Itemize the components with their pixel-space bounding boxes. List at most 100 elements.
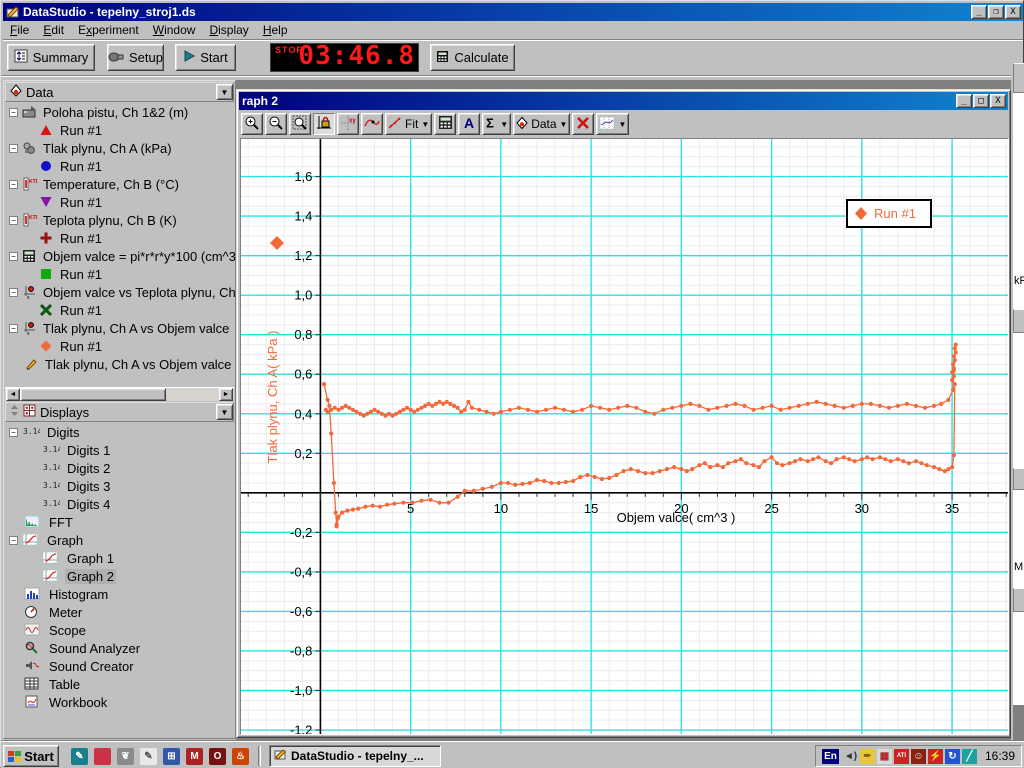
data-item[interactable]: −Poloha pistu, Ch 1&2 (m) xyxy=(4,103,235,121)
settings-button[interactable]: ▼ xyxy=(596,113,629,135)
scroll-thumb[interactable] xyxy=(20,388,166,401)
brush-icon[interactable]: ✒ xyxy=(860,749,875,764)
fit-menu-button[interactable]: Fit▼ xyxy=(385,113,432,135)
display-item-digits-1[interactable]: 3.14Digits 1 xyxy=(4,441,235,459)
displays-dropdown-button[interactable]: ▼ xyxy=(216,404,233,420)
zoom-in-button[interactable] xyxy=(241,113,263,135)
minimize-button[interactable]: _ xyxy=(971,5,987,19)
expand-box[interactable]: − xyxy=(9,288,18,297)
dropdown-arrow-icon[interactable]: ▼ xyxy=(560,120,568,129)
expand-box[interactable]: − xyxy=(9,180,18,189)
setup-button[interactable]: Setup xyxy=(107,44,164,71)
data-item[interactable]: −xObjem valce vs Teplota plynu, Ch xyxy=(4,283,235,301)
sync-icon[interactable]: ↻ xyxy=(945,749,960,764)
restore-button[interactable]: ❐ xyxy=(988,5,1004,19)
scroll-left-arrow[interactable]: ◄ xyxy=(6,388,20,401)
scale-to-fit-button[interactable] xyxy=(313,113,335,135)
display-item-graph[interactable]: −Graph xyxy=(4,531,235,549)
smart-tool-button[interactable] xyxy=(361,113,383,135)
run-item[interactable]: Run #1 xyxy=(4,193,235,211)
dropdown-arrow-icon[interactable]: ▼ xyxy=(618,120,626,129)
flame-icon[interactable]: ♨ xyxy=(232,748,249,765)
data-item[interactable]: −Objem valce = pi*r*r*y*100 (cm^3 xyxy=(4,247,235,265)
task-button-datastudio[interactable]: DataStudio - tepelny_... xyxy=(269,745,441,767)
xy-tool-button[interactable]: xy xyxy=(337,113,359,135)
expand-box[interactable]: − xyxy=(9,252,18,261)
window-titlebar[interactable]: DataStudio - tepelny_stroj1.ds _ ❐ X xyxy=(3,3,1023,21)
zoom-out-button[interactable] xyxy=(265,113,287,135)
display-item-graph-1[interactable]: Graph 1 xyxy=(4,549,235,567)
volume-icon[interactable]: ◄) xyxy=(843,749,858,764)
wordpad-icon[interactable]: ✎ xyxy=(140,748,157,765)
display-item-sound-creator[interactable]: Sound Creator xyxy=(4,657,235,675)
text-button[interactable]: A xyxy=(458,113,480,135)
data-horizontal-scrollbar[interactable]: ◄ ► xyxy=(5,387,234,401)
display-item-digits-4[interactable]: 3.14Digits 4 xyxy=(4,495,235,513)
display-item-workbook[interactable]: Workbook xyxy=(4,693,235,711)
display-item-sound-analyzer[interactable]: Sound Analyzer xyxy=(4,639,235,657)
dropdown-arrow-icon[interactable]: ▼ xyxy=(500,120,508,129)
data-item[interactable]: −xTlak plynu, Ch A vs Objem valce xyxy=(4,319,235,337)
display-item-digits[interactable]: −3.14Digits xyxy=(4,423,235,441)
devil-icon[interactable]: ☺ xyxy=(911,749,926,764)
calculate-button[interactable]: Calculate xyxy=(430,44,515,71)
mozilla-icon[interactable]: M xyxy=(186,748,203,765)
dropdown-arrow-icon[interactable]: ▼ xyxy=(421,120,429,129)
run-item[interactable]: Run #1 xyxy=(4,121,235,139)
menu-window[interactable]: Window xyxy=(146,21,203,39)
delete-button[interactable] xyxy=(572,113,594,135)
run-item[interactable]: Run #1 xyxy=(4,265,235,283)
scroll-right-arrow[interactable]: ► xyxy=(219,388,233,401)
summary-button[interactable]: Summary xyxy=(7,44,95,71)
run-item[interactable]: Run #1 xyxy=(4,301,235,319)
data-item[interactable]: Tlak plynu, Ch A vs Objem valce xyxy=(4,355,235,373)
expand-box[interactable]: − xyxy=(9,324,18,333)
start-button[interactable]: Start xyxy=(175,44,236,71)
display-item-histogram[interactable]: Histogram xyxy=(4,585,235,603)
displays-panel-header[interactable]: Displays ▼ xyxy=(5,402,234,422)
display-item-table[interactable]: Table xyxy=(4,675,235,693)
expand-box[interactable]: − xyxy=(9,108,18,117)
expand-box[interactable]: − xyxy=(9,144,18,153)
zoom-select-button[interactable] xyxy=(289,113,311,135)
keyboard-layout-indicator[interactable]: En xyxy=(822,749,839,764)
graph2-maximize-button[interactable]: □ xyxy=(973,94,989,108)
data-panel-header[interactable]: Data ▼ xyxy=(5,82,234,102)
display-item-fft[interactable]: FFT xyxy=(4,513,235,531)
ati-icon[interactable]: ATI xyxy=(894,749,909,764)
data-dropdown-button[interactable]: ▼ xyxy=(216,84,233,100)
flash-icon[interactable]: ⚡ xyxy=(928,749,943,764)
expand-box[interactable]: − xyxy=(9,536,18,545)
data-item[interactable]: −Tlak plynu, Ch A (kPa) xyxy=(4,139,235,157)
data-item[interactable]: −KTDTemperature, Ch B (°C) xyxy=(4,175,235,193)
menu-display[interactable]: Display xyxy=(202,21,255,39)
statistics-button[interactable]: Σ▼ xyxy=(482,113,511,135)
graph2-minimize-button[interactable]: _ xyxy=(956,94,972,108)
menu-edit[interactable]: Edit xyxy=(36,21,71,39)
display-item-meter[interactable]: Meter xyxy=(4,603,235,621)
run-item[interactable]: Run #1 xyxy=(4,157,235,175)
calculate-button[interactable] xyxy=(434,113,456,135)
acrobat-icon[interactable] xyxy=(94,748,111,765)
calculator-icon[interactable]: ⊞ xyxy=(163,748,180,765)
menu-file[interactable]: File xyxy=(3,21,36,39)
expand-box[interactable]: − xyxy=(9,216,18,225)
chart-plot-area[interactable]: 5101520253035-1,2-1,0-0,8-0,6-0,4-0,20,2… xyxy=(240,138,1009,735)
pen-icon[interactable]: ╱ xyxy=(962,749,977,764)
scheduler-icon[interactable]: ▦ xyxy=(877,749,892,764)
display-item-scope[interactable]: Scope xyxy=(4,621,235,639)
menu-experiment[interactable]: Experiment xyxy=(71,21,146,39)
run-item[interactable]: Run #1 xyxy=(4,229,235,247)
graph2-titlebar[interactable]: raph 2 _ □ X xyxy=(239,92,1008,110)
opera-icon[interactable]: O xyxy=(209,748,226,765)
data-menu-button[interactable]: Data▼ xyxy=(513,113,570,135)
close-button[interactable]: X xyxy=(1005,5,1021,19)
data-item[interactable]: −KTDTeplota plynu, Ch B (K) xyxy=(4,211,235,229)
start-menu-button[interactable]: Start xyxy=(3,745,59,767)
graph2-close-button[interactable]: X xyxy=(990,94,1006,108)
run-item[interactable]: Run #1 xyxy=(4,337,235,355)
display-item-digits-3[interactable]: 3.14Digits 3 xyxy=(4,477,235,495)
datastudio-icon[interactable]: ✎ xyxy=(71,748,88,765)
display-item-graph-2[interactable]: Graph 2 xyxy=(4,567,235,585)
expand-box[interactable]: − xyxy=(9,428,18,437)
